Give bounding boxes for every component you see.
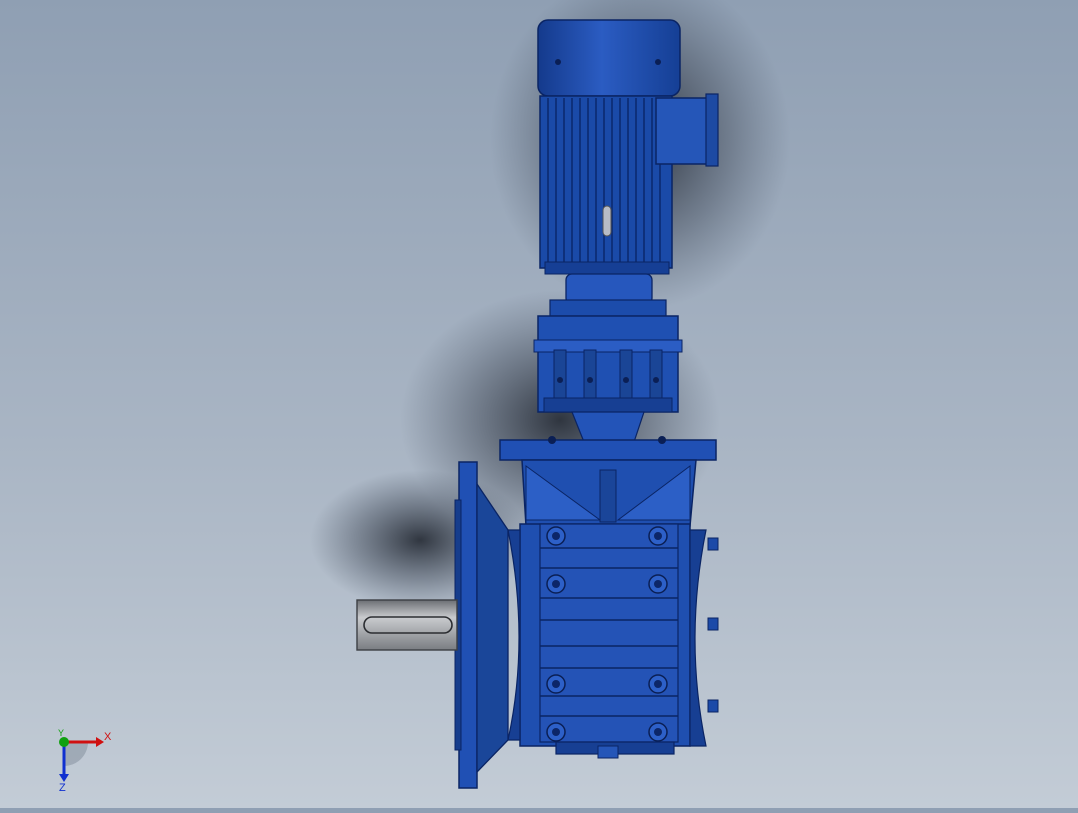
- triad-y-axis-icon: [59, 737, 69, 747]
- orientation-triad[interactable]: X Y Z: [48, 728, 128, 798]
- output-shaft[interactable]: [356, 599, 458, 651]
- gearbox-panel: [539, 523, 679, 743]
- bolt-icon: [658, 436, 666, 444]
- gear-motor-model[interactable]: [0, 0, 1078, 808]
- output-flange-cone: [476, 481, 509, 774]
- triad-z-arrow-icon: [59, 774, 69, 782]
- drain-plug-icon: [597, 745, 619, 759]
- lifting-eye-icon: [602, 205, 612, 237]
- gear-stage-neck: [571, 411, 645, 443]
- output-flange-plate: [458, 461, 478, 789]
- terminal-box: [655, 97, 715, 165]
- triad-y-label: Y: [58, 728, 64, 738]
- motor-flange: [549, 299, 667, 317]
- gear-stage-bottom: [543, 397, 673, 413]
- main-gearbox[interactable]: [499, 436, 719, 759]
- bolt-icon: [707, 537, 719, 713]
- gearbox-top-flange: [499, 439, 717, 461]
- triad-shadow: [64, 742, 88, 766]
- terminal-box-lid: [705, 93, 719, 167]
- bolt-icon: [548, 436, 556, 444]
- gearbox-side-curve: [689, 529, 707, 747]
- bolt-icon: [655, 59, 661, 65]
- triad-x-label: X: [104, 731, 112, 743]
- gearbox-center-rib: [599, 469, 617, 523]
- triad-x-arrow-icon: [96, 737, 104, 747]
- output-shaft-body: [356, 599, 458, 651]
- cad-viewport[interactable]: X Y Z: [0, 0, 1078, 808]
- triad-z-label: Z: [59, 782, 66, 794]
- motor-end-ring: [544, 261, 670, 275]
- bolt-icon: [555, 59, 561, 65]
- motor-fan-cover: [537, 19, 681, 97]
- cooling-fins: [547, 98, 661, 266]
